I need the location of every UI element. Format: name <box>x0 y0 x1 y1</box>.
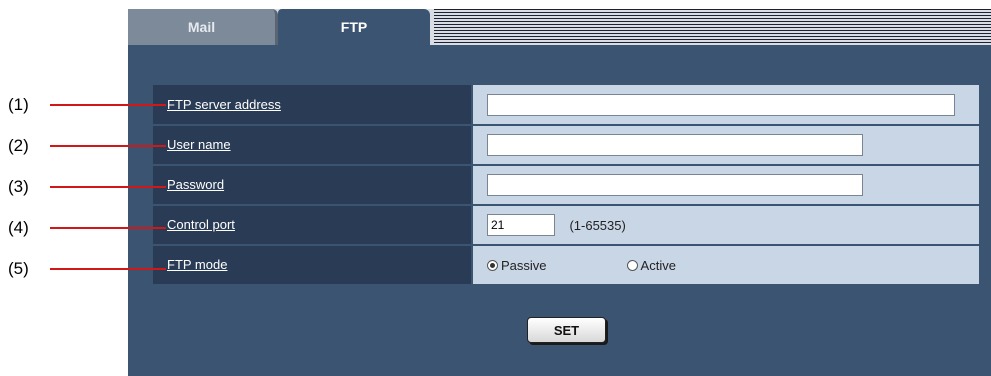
callout-label: (1) <box>8 95 29 114</box>
ftp-mode-link[interactable]: FTP mode <box>167 257 227 272</box>
control-port-link[interactable]: Control port <box>167 217 235 232</box>
callout-line <box>50 145 166 147</box>
tab-ftp[interactable]: FTP <box>278 9 430 45</box>
callout-label: (3) <box>8 177 29 196</box>
callout-line <box>50 104 166 106</box>
callout-line <box>50 186 166 188</box>
ftp-settings-table: FTP server address User name Password Co… <box>153 85 979 286</box>
tab-mail[interactable]: Mail <box>128 9 278 45</box>
ftp-server-address-link[interactable]: FTP server address <box>167 97 281 112</box>
callout-1: (1) <box>8 95 166 115</box>
callout-label: (5) <box>8 259 29 278</box>
password-link[interactable]: Password <box>167 177 224 192</box>
table-row: FTP mode Passive Active <box>153 245 979 286</box>
table-row: FTP server address <box>153 85 979 126</box>
callout-4: (4) <box>8 218 166 238</box>
user-name-link[interactable]: User name <box>167 137 231 152</box>
active-option[interactable]: Active <box>626 257 676 273</box>
control-port-input[interactable] <box>487 214 555 236</box>
table-row: Control port (1-65535) <box>153 205 979 246</box>
table-row: Password <box>153 165 979 206</box>
control-port-range: (1-65535) <box>569 217 626 233</box>
tab-bar-stripes <box>434 9 991 45</box>
callout-line <box>50 227 166 229</box>
radio-selected-dot <box>490 262 495 268</box>
password-input[interactable] <box>487 174 863 196</box>
ftp-mode-radio-group: Passive Active <box>487 258 979 273</box>
table-row: User name <box>153 125 979 166</box>
passive-radio[interactable] <box>487 259 498 271</box>
callout-line <box>50 268 166 270</box>
active-label: Active <box>640 257 676 273</box>
user-name-input[interactable] <box>487 134 863 156</box>
ftp-server-address-input[interactable] <box>487 93 955 116</box>
active-radio[interactable] <box>626 259 638 271</box>
callout-label: (2) <box>8 136 29 155</box>
passive-option[interactable]: Passive <box>487 258 547 273</box>
set-button[interactable]: SET <box>527 317 606 343</box>
ftp-settings-panel: Mail FTP FTP server address User name Pa… <box>128 9 991 376</box>
callout-2: (2) <box>8 136 166 156</box>
tab-bar: Mail FTP <box>128 9 991 45</box>
passive-label: Passive <box>501 257 547 273</box>
callout-3: (3) <box>8 177 166 197</box>
callout-5: (5) <box>8 259 166 279</box>
callout-label: (4) <box>8 218 29 237</box>
